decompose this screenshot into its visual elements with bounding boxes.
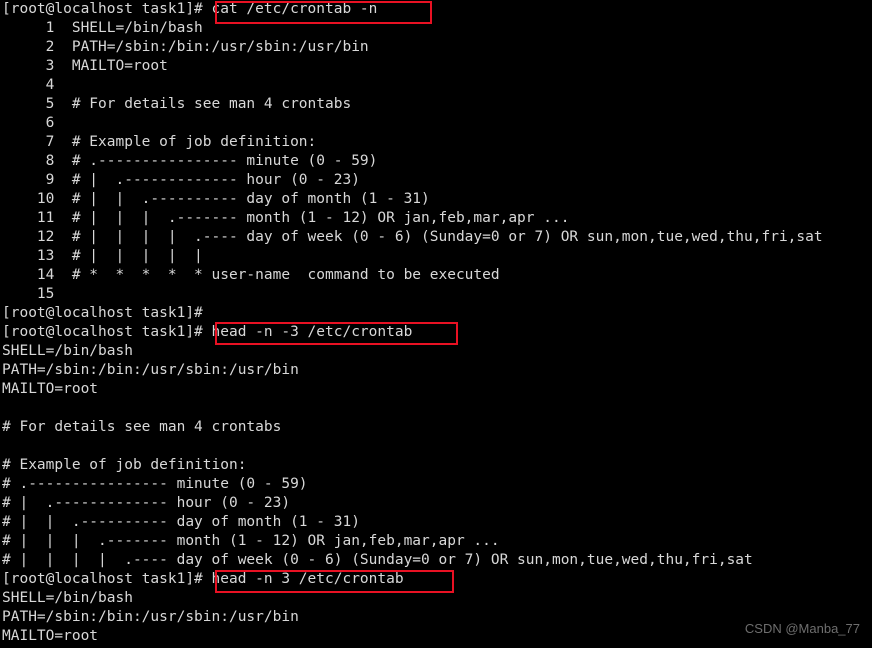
terminal-window: [root@localhost task1]# cat /etc/crontab…: [0, 0, 872, 648]
terminal-line: 10 # | | .---------- day of month (1 - 3…: [2, 191, 430, 207]
terminal-line: 4: [2, 77, 72, 93]
terminal-line: 2 PATH=/sbin:/bin:/usr/sbin:/usr/bin: [2, 39, 369, 55]
terminal-line: # | .------------- hour (0 - 23): [2, 495, 291, 511]
terminal-line: # | | | .------- month (1 - 12) OR jan,f…: [2, 533, 500, 549]
terminal-line: [root@localhost task1]# head -n -3 /etc/…: [2, 324, 413, 340]
terminal-line: # Example of job definition:: [2, 457, 247, 473]
terminal-line: 12 # | | | | .---- day of week (0 - 6) (…: [2, 229, 823, 245]
terminal-line: MAILTO=root: [2, 381, 99, 397]
terminal-line: 13 # | | | | |: [2, 248, 203, 264]
terminal-line: PATH=/sbin:/bin:/usr/sbin:/usr/bin: [2, 609, 299, 625]
terminal-line: 14 # * * * * * user-name command to be e…: [2, 267, 500, 283]
terminal-line: [root@localhost task1]#: [2, 305, 203, 321]
terminal-line: 1 SHELL=/bin/bash: [2, 20, 203, 36]
watermark: CSDN @Manba_77: [744, 621, 860, 636]
terminal-line: 8 # .---------------- minute (0 - 59): [2, 153, 378, 169]
terminal-line: 9 # | .------------- hour (0 - 23): [2, 172, 360, 188]
terminal-line: # | | | | .---- day of week (0 - 6) (Sun…: [2, 552, 753, 568]
terminal-line: SHELL=/bin/bash: [2, 343, 133, 359]
terminal-line: 11 # | | | .------- month (1 - 12) OR ja…: [2, 210, 570, 226]
terminal-line: [root@localhost task1]# head -n 3 /etc/c…: [2, 571, 404, 587]
terminal-line: # For details see man 4 crontabs: [2, 419, 282, 435]
terminal-line: # | | .---------- day of month (1 - 31): [2, 514, 360, 530]
terminal-line: SHELL=/bin/bash: [2, 590, 133, 606]
terminal-line: PATH=/sbin:/bin:/usr/sbin:/usr/bin: [2, 362, 299, 378]
terminal-line: 7 # Example of job definition:: [2, 134, 317, 150]
terminal-line: [root@localhost task1]# cat /etc/crontab…: [2, 1, 378, 17]
terminal-line: 6: [2, 115, 72, 131]
terminal-line: 3 MAILTO=root: [2, 58, 168, 74]
terminal-line: # .---------------- minute (0 - 59): [2, 476, 308, 492]
terminal-output[interactable]: [root@localhost task1]# cat /etc/crontab…: [0, 0, 823, 646]
terminal-line: 5 # For details see man 4 crontabs: [2, 96, 352, 112]
terminal-line: MAILTO=root: [2, 628, 99, 644]
terminal-line: 15: [2, 286, 72, 302]
